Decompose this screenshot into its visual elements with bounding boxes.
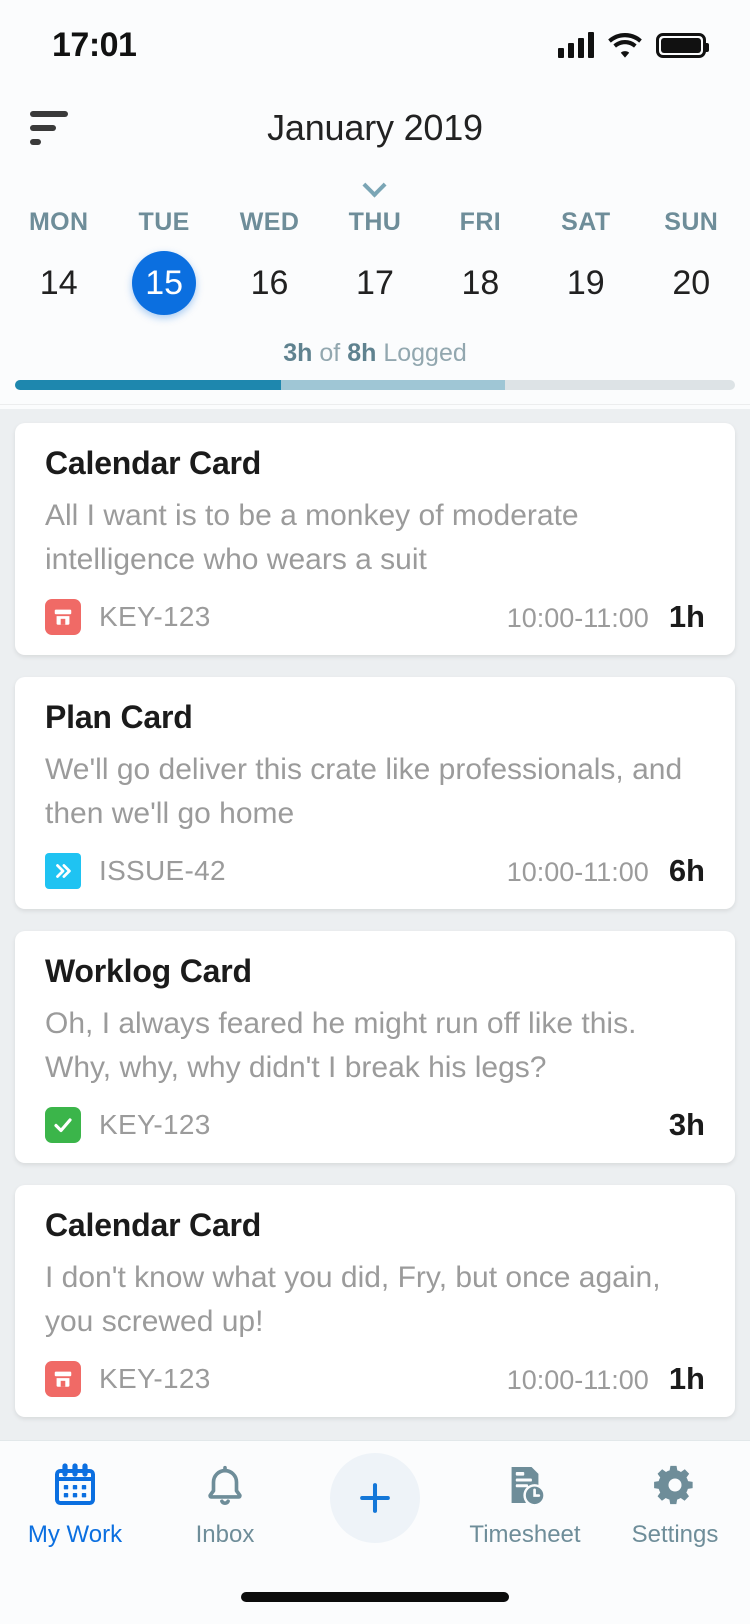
card-list: Calendar Card All I want is to be a monk…	[0, 409, 750, 1440]
calendar-header: January 2019 MON TUE WED THU FRI SAT SUN…	[0, 90, 750, 409]
week-dates-row: 14 15 16 17 18 19 20	[0, 237, 750, 323]
card-description: I don't know what you did, Fry, but once…	[45, 1261, 661, 1338]
date-number: 15	[132, 251, 197, 315]
card-key: KEY-123	[99, 1363, 211, 1394]
date-cell-15-selected[interactable]: 15	[111, 251, 216, 323]
card-duration: 3h	[668, 1107, 705, 1142]
card-footer: KEY-123 10:00-11:00 1h	[45, 1361, 705, 1397]
home-indicator-area	[0, 1570, 750, 1624]
tab-inbox[interactable]: Inbox	[150, 1457, 300, 1549]
weekday-label-sat: SAT	[561, 208, 611, 236]
card-description: Oh, I always feared he might run off lik…	[45, 1007, 637, 1084]
gear-icon	[652, 1457, 698, 1513]
progress-planned-segment	[281, 380, 505, 390]
weekday-label-thu: THU	[348, 208, 402, 236]
add-fab[interactable]	[330, 1453, 420, 1543]
weekday-label-fri: FRI	[459, 208, 502, 236]
date-number: 14	[39, 263, 78, 302]
date-cell-14[interactable]: 14	[6, 251, 111, 323]
card-duration: 6h	[668, 853, 705, 888]
tab-timesheet[interactable]: Timesheet	[450, 1457, 600, 1549]
tab-label: My Work	[27, 1521, 123, 1548]
timesheet-clock-icon	[502, 1457, 548, 1513]
date-number: 20	[672, 263, 711, 302]
header-top-row: January 2019	[0, 90, 750, 166]
tab-label: Settings	[631, 1521, 719, 1548]
tab-label: Inbox	[195, 1521, 255, 1548]
cellular-signal-icon	[558, 32, 594, 58]
date-number: 16	[250, 263, 289, 302]
date-cell-20[interactable]: 20	[639, 251, 744, 323]
calendar-event-box-icon	[45, 1361, 81, 1397]
card-time-range: 10:00-11:00	[506, 603, 649, 633]
logged-summary: 3h of 8h Logged	[0, 323, 750, 380]
calendar-icon	[51, 1457, 99, 1513]
battery-full-icon	[656, 32, 709, 58]
list-item[interactable]: Calendar Card All I want is to be a monk…	[15, 423, 735, 655]
list-item[interactable]: Calendar Card I don't know what you did,…	[15, 1185, 735, 1417]
card-meta: 10:00-11:00 6h	[507, 853, 705, 889]
card-meta: 10:00-11:00 1h	[507, 599, 705, 635]
logged-target: 8h	[347, 339, 377, 367]
bottom-navigation: My Work Inbox Timesheet Settings	[0, 1440, 750, 1570]
plus-icon	[360, 1483, 390, 1513]
app-screen: 17:01 January 2019 MON TUE WED THU FRI S…	[0, 0, 750, 1624]
card-footer: KEY-123 10:00-11:00 1h	[45, 599, 705, 635]
weekday-label-sun: SUN	[664, 208, 719, 236]
date-number: 19	[566, 263, 605, 302]
card-title: Calendar Card	[45, 1207, 262, 1243]
list-item[interactable]: Worklog Card Oh, I always feared he migh…	[15, 931, 735, 1163]
date-cell-18[interactable]: 18	[428, 251, 533, 323]
card-key: KEY-123	[99, 601, 211, 632]
tab-my-work[interactable]: My Work	[0, 1457, 150, 1549]
card-duration: 1h	[668, 599, 705, 634]
card-description: All I want is to be a monkey of moderate…	[45, 499, 579, 576]
tab-settings[interactable]: Settings	[600, 1457, 750, 1549]
logged-amount: 3h	[283, 339, 313, 367]
card-key: KEY-123	[99, 1109, 211, 1140]
bell-icon	[202, 1457, 248, 1513]
progress-logged-segment	[15, 380, 282, 390]
date-number: 17	[356, 263, 394, 302]
month-title: January 2019	[267, 107, 483, 148]
card-footer: KEY-123 3h	[45, 1107, 705, 1143]
status-bar-clock: 17:01	[52, 25, 137, 64]
list-item[interactable]: Plan Card We'll go deliver this crate li…	[15, 677, 735, 909]
logged-progress-bar	[15, 380, 735, 390]
status-bar: 17:01	[0, 0, 750, 90]
date-cell-16[interactable]: 16	[217, 251, 322, 323]
logged-connector: of	[319, 339, 341, 367]
expand-calendar-button[interactable]	[0, 166, 750, 200]
card-time-range: 10:00-11:00	[506, 857, 649, 887]
date-number: 18	[461, 263, 500, 302]
weekday-labels-row: MON TUE WED THU FRI SAT SUN	[0, 200, 750, 237]
card-footer: ISSUE-42 10:00-11:00 6h	[45, 853, 705, 889]
weekday-label-mon: MON	[28, 208, 89, 236]
tab-label: Timesheet	[469, 1521, 581, 1548]
card-meta: 10:00-11:00 1h	[507, 1361, 705, 1397]
card-title: Worklog Card	[45, 953, 252, 989]
card-title: Calendar Card	[45, 445, 262, 481]
weekday-label-wed: WED	[239, 208, 300, 236]
card-duration: 1h	[668, 1361, 705, 1396]
card-meta: 3h	[649, 1107, 705, 1143]
wifi-icon	[608, 33, 642, 58]
header-divider	[0, 404, 750, 405]
filter-sort-icon[interactable]	[30, 111, 74, 145]
home-indicator[interactable]	[241, 1592, 509, 1602]
card-time-range: 10:00-11:00	[506, 1365, 649, 1395]
double-chevron-right-icon	[45, 853, 81, 889]
chevron-down-icon	[364, 177, 386, 189]
card-description: We'll go deliver this crate like profess…	[45, 753, 683, 830]
check-mark-icon	[45, 1107, 81, 1143]
tab-add-button[interactable]	[300, 1453, 450, 1551]
calendar-event-box-icon	[45, 599, 81, 635]
card-key: ISSUE-42	[99, 855, 226, 886]
status-bar-indicators	[558, 32, 709, 58]
weekday-label-tue: TUE	[138, 208, 190, 236]
date-cell-17[interactable]: 17	[322, 251, 427, 323]
card-title: Plan Card	[45, 699, 193, 735]
logged-suffix: Logged	[383, 339, 467, 367]
date-cell-19[interactable]: 19	[533, 251, 638, 323]
